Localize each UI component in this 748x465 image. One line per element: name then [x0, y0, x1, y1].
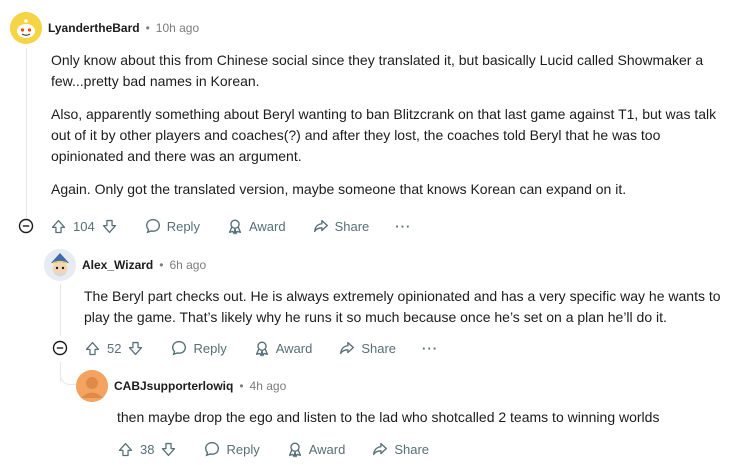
thread-line: [60, 284, 61, 336]
avatar[interactable]: [10, 12, 42, 44]
vote-group: 104: [50, 218, 118, 235]
comment-paragraph: Only know about this from Chinese social…: [51, 52, 704, 89]
comment-paragraph: Also, apparently something about Beryl w…: [51, 106, 717, 164]
downvote-icon[interactable]: [127, 340, 144, 357]
reply-button[interactable]: Reply: [144, 217, 200, 235]
avatar[interactable]: [44, 249, 76, 281]
comment-thread: LyandertheBard • 10h ago Only know about…: [0, 0, 748, 465]
reply-button[interactable]: Reply: [203, 440, 260, 458]
thread-line: [26, 48, 27, 218]
upvote-icon[interactable]: [117, 441, 134, 458]
share-button[interactable]: Share: [338, 339, 396, 357]
share-arrow-icon: [340, 341, 355, 355]
more-dots-icon[interactable]: ···: [395, 219, 411, 234]
comment-body: The Beryl part checks out. He is always …: [84, 286, 734, 340]
share-label: Share: [361, 340, 397, 356]
reply-bubble-icon: [172, 341, 187, 356]
snoo-avatar-icon: [10, 12, 42, 44]
username[interactable]: Alex_Wizard: [82, 258, 153, 272]
reply-label: Reply: [193, 340, 227, 356]
vote-group: 52: [84, 340, 144, 357]
downvote-icon[interactable]: [160, 441, 177, 458]
share-arrow-icon: [373, 442, 388, 456]
separator-dot: •: [159, 258, 164, 272]
share-label: Share: [334, 218, 370, 234]
share-arrow-icon: [313, 219, 328, 233]
comment-actions: 52 Reply Award Share ···: [84, 334, 438, 362]
username[interactable]: CABJsupporterlowiq: [114, 379, 233, 393]
award-button[interactable]: Award: [286, 440, 346, 458]
award-icon: [255, 341, 268, 357]
comment-actions: 38 Reply Award Share: [117, 435, 455, 463]
comment-paragraph: then maybe drop the ego and listen to th…: [117, 409, 660, 425]
award-label: Award: [275, 340, 313, 356]
collapse-minus-icon[interactable]: [18, 218, 34, 234]
reply-label: Reply: [226, 441, 260, 457]
award-icon: [228, 219, 242, 235]
collapse-minus-icon[interactable]: [52, 340, 68, 356]
timestamp[interactable]: 10h ago: [156, 21, 199, 35]
award-button[interactable]: Award: [226, 217, 286, 235]
username[interactable]: LyandertheBard: [48, 21, 140, 35]
upvote-icon[interactable]: [84, 340, 101, 357]
downvote-icon[interactable]: [101, 218, 118, 235]
award-icon: [288, 442, 301, 458]
timestamp[interactable]: 4h ago: [250, 379, 287, 393]
reply-bubble-icon: [205, 442, 220, 457]
vote-count: 38: [140, 441, 155, 457]
avatar[interactable]: [76, 370, 108, 402]
comment-paragraph: The Beryl part checks out. He is always …: [84, 288, 721, 325]
share-button[interactable]: Share: [371, 440, 429, 458]
comment-header: CABJsupporterlowiq • 4h ago: [76, 370, 286, 402]
separator-dot: •: [239, 379, 244, 393]
share-label: Share: [394, 441, 430, 457]
comment-paragraph: Again. Only got the translated version, …: [51, 181, 627, 197]
comment-header: LyandertheBard • 10h ago: [10, 12, 199, 44]
more-dots-icon[interactable]: ···: [422, 341, 438, 356]
comment-header: Alex_Wizard • 6h ago: [44, 249, 206, 281]
reply-bubble-icon: [145, 219, 160, 234]
reply-button[interactable]: Reply: [170, 339, 227, 357]
award-label: Award: [248, 218, 286, 234]
timestamp[interactable]: 6h ago: [169, 258, 206, 272]
upvote-icon[interactable]: [50, 218, 67, 235]
vote-group: 38: [117, 441, 177, 458]
award-button[interactable]: Award: [253, 339, 313, 357]
vote-count: 52: [107, 340, 122, 356]
default-avatar-icon: [76, 370, 108, 402]
share-button[interactable]: Share: [312, 217, 370, 235]
separator-dot: •: [145, 21, 150, 35]
vote-count: 104: [73, 218, 95, 234]
award-label: Award: [308, 441, 346, 457]
comment-body: Only know about this from Chinese social…: [51, 50, 731, 212]
reply-label: Reply: [166, 218, 200, 234]
comment-actions: 104 Reply Award Share ···: [50, 212, 411, 240]
wizard-avatar-icon: [44, 249, 76, 281]
thread-branch: [60, 370, 77, 385]
